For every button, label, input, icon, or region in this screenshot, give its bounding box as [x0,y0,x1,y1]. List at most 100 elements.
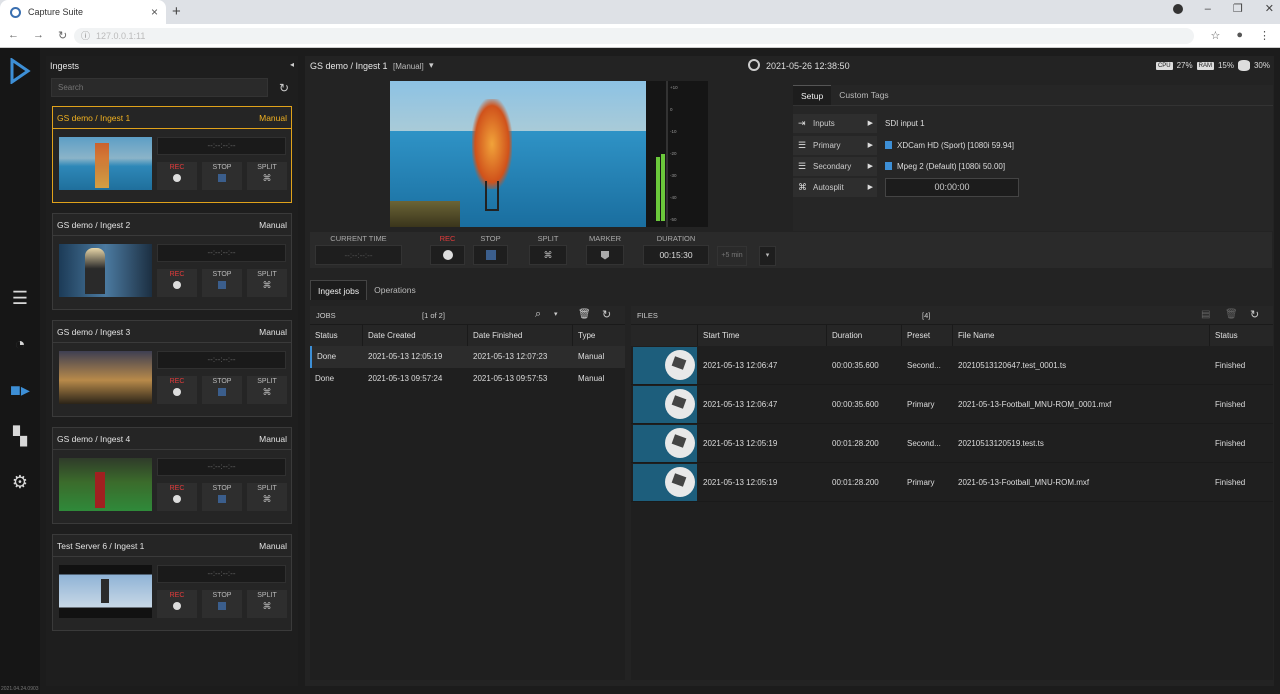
tab-custom-tags[interactable]: Custom Tags [831,85,896,105]
col-date-created[interactable]: Date Created [363,325,468,346]
stop-icon [218,281,226,289]
table-row[interactable]: 2021-05-13 12:05:19 00:01:28.200 Primary… [631,463,1273,502]
ingest-search-input[interactable] [51,78,268,97]
stop-button[interactable]: STOP [202,483,242,511]
stop-button[interactable]: STOP [202,269,242,297]
delete-icon[interactable]: 🗑 [578,309,591,320]
menu-hamburger-icon[interactable]: ☰ [7,288,33,310]
tab-setup[interactable]: Setup [793,85,832,105]
transport-marker-button[interactable]: MARKER [586,232,624,265]
col-start-time[interactable]: Start Time [698,325,827,346]
restore-icon[interactable]: ❐ [1233,2,1243,15]
table-row[interactable]: 2021-05-13 12:05:19 00:01:28.200 Second.… [631,424,1273,463]
ingest-mode: Manual [259,433,287,444]
ingest-card-5[interactable]: Test Server 6 / Ingest 1 Manual --:--:--:… [52,534,292,631]
transport-split-button[interactable]: SPLIT ⌘ [529,232,567,265]
current-datetime: 2021-05-26 12:38:50 [766,61,850,71]
forward-icon[interactable]: → [33,29,44,42]
file-duration: 00:00:35.600 [832,361,879,370]
refresh-jobs-icon[interactable]: ↻ [602,308,611,321]
ingest-thumbnail [59,137,152,190]
search-icon[interactable]: ⌕ [535,308,541,321]
multiview-icon[interactable]: ▚ [7,426,33,448]
table-row[interactable]: Done 2021-05-13 12:05:19 2021-05-13 12:0… [310,346,625,368]
rec-button[interactable]: REC [157,269,197,297]
autosplit-selector[interactable]: ⌘ Autosplit ▶ [793,178,877,197]
col-duration[interactable]: Duration [827,325,902,346]
audio-channel-1-bar [656,156,660,221]
ingest-card-3[interactable]: GS demo / Ingest 3 Manual --:--:--:-- REC… [52,320,292,417]
duration-input[interactable]: 00:15:30 [643,245,709,265]
split-button[interactable]: SPLIT ⌘ [247,162,287,190]
inputs-value: SDI input 1 [885,119,925,128]
bookmark-star-icon[interactable]: ☆ [1210,29,1220,42]
close-window-icon[interactable]: ✕ [1265,2,1274,15]
col-preset[interactable]: Preset [902,325,953,346]
refresh-ingests-icon[interactable]: ↻ [275,78,293,97]
table-row[interactable]: Done 2021-05-13 09:57:24 2021-05-13 09:5… [310,368,625,390]
stop-button[interactable]: STOP [202,162,242,190]
duration-dropdown-icon[interactable]: ▾ [759,246,776,266]
menu-kebab-icon[interactable]: ⋮ [1259,29,1270,42]
job-type: Manual [578,352,605,361]
secondary-value: Mpeg 2 (Default) [1080i 50.00] [885,157,1005,176]
video-camera-icon[interactable]: ■▸ [7,380,33,402]
col-status[interactable]: Status [310,325,363,346]
refresh-files-icon[interactable]: ↻ [1250,308,1259,321]
file-icon [885,162,892,170]
delete-icon[interactable]: 🗑 [1225,309,1238,320]
settings-gear-icon[interactable]: ⚙ [7,472,33,494]
source-dropdown-icon[interactable]: ▾ [429,60,434,71]
add-5-min-button[interactable]: +5 min [717,246,747,266]
col-status[interactable]: Status [1210,325,1273,346]
tab-ingest-jobs[interactable]: Ingest jobs [310,280,368,300]
search-dropdown-icon[interactable]: ▾ [554,310,558,318]
table-row[interactable]: 2021-05-13 12:06:47 00:00:35.600 Second.… [631,346,1273,385]
stop-button[interactable]: STOP [202,590,242,618]
table-row[interactable]: 2021-05-13 12:06:47 00:00:35.600 Primary… [631,385,1273,424]
rec-button[interactable]: REC [157,590,197,618]
secondary-selector[interactable]: ☰ Secondary ▶ [793,157,877,176]
marker-icon-box [586,245,624,265]
col-type[interactable]: Type [573,325,625,346]
col-date-finished[interactable]: Date Finished [468,325,573,346]
collapse-panel-icon[interactable]: ◂ [290,60,294,69]
record-indicator-icon[interactable] [1172,3,1183,14]
primary-selector[interactable]: ☰ Primary ▶ [793,136,877,155]
col-file-name[interactable]: File Name [953,325,1210,346]
reload-icon[interactable]: ↻ [58,29,67,42]
stop-button[interactable]: STOP [202,376,242,404]
rec-button[interactable]: REC [157,483,197,511]
list-icon: ☰ [798,161,807,171]
close-tab-icon[interactable]: × [151,5,158,19]
transport-rec-button[interactable]: REC [430,232,465,265]
new-tab-icon[interactable]: + [172,3,181,20]
ingest-card-1[interactable]: GS demo / Ingest 1 Manual --:--:--:-- REC… [52,106,292,203]
browser-tab[interactable]: Capture Suite × [0,0,166,24]
split-button[interactable]: SPLIT ⌘ [247,376,287,404]
split-button[interactable]: SPLIT ⌘ [247,269,287,297]
minimize-icon[interactable]: – [1205,3,1211,15]
inputs-selector[interactable]: ⇥ Inputs ▶ [793,114,877,133]
dashboard-pie-icon[interactable]: ◔ [7,334,33,356]
main-header: GS demo / Ingest 1 [Manual] ▾ 2021-05-26… [305,56,1274,76]
back-icon[interactable]: ← [8,29,19,42]
ingest-card-2[interactable]: GS demo / Ingest 2 Manual --:--:--:-- REC… [52,213,292,310]
setup-row-label: Inputs [813,119,835,128]
jobs-panel: JOBS [1 of 2] ⌕ ▾ 🗑 ↻ Status Date Create… [310,306,625,680]
file-name: 20210513120519.test.ts [958,439,1044,448]
url-field[interactable]: 127.0.0.1:11 [74,28,1194,44]
job-type: Manual [578,374,605,383]
file-download-icon[interactable]: ▤ [1201,309,1210,320]
ingest-card-4[interactable]: GS demo / Ingest 4 Manual --:--:--:-- REC… [52,427,292,524]
ingest-name: GS demo / Ingest 1 [57,112,131,123]
profile-icon[interactable]: ● [1236,29,1243,42]
split-button[interactable]: SPLIT ⌘ [247,483,287,511]
rec-button[interactable]: REC [157,376,197,404]
files-title: FILES [637,311,658,320]
tab-operations[interactable]: Operations [367,280,423,300]
autosplit-input[interactable]: 00:00:00 [885,178,1019,197]
split-button[interactable]: SPLIT ⌘ [247,590,287,618]
rec-button[interactable]: REC [157,162,197,190]
transport-stop-button[interactable]: STOP [473,232,508,265]
